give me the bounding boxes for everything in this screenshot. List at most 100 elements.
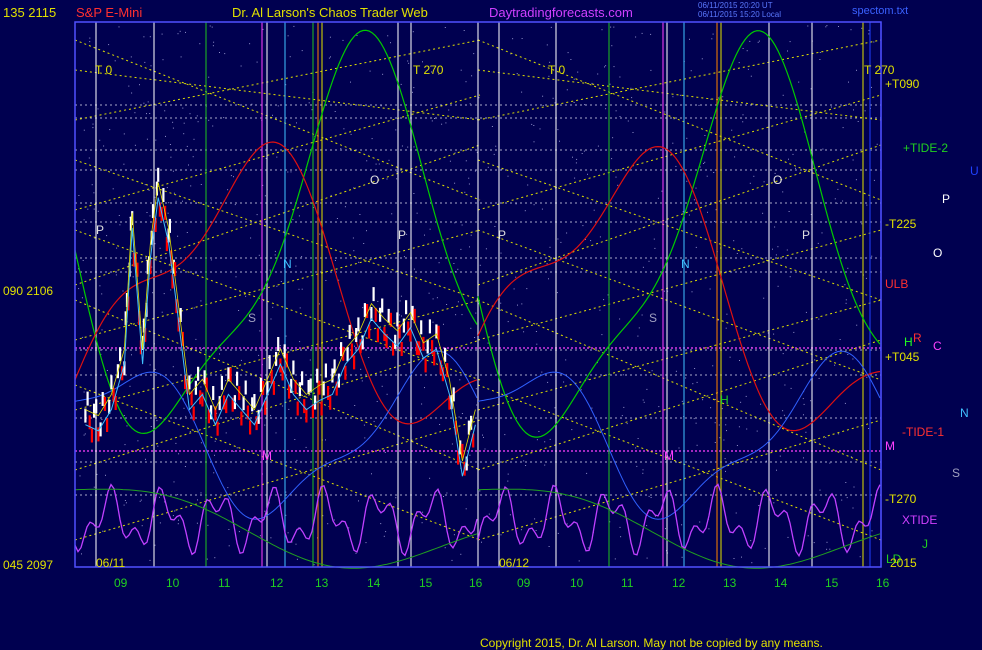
star-dot (839, 339, 841, 340)
ulb-curve (74, 141, 478, 425)
x-tick: 09 (114, 576, 128, 590)
star-dot (725, 327, 727, 329)
star-dot (623, 406, 625, 408)
star-dot (746, 428, 748, 430)
star-dot (807, 25, 809, 27)
star-dot (566, 232, 568, 234)
star-dot (214, 557, 216, 559)
star-dot (213, 41, 215, 43)
cycle-diagonal (477, 299, 882, 411)
star-dot (826, 541, 828, 543)
star-dot (675, 370, 677, 372)
star-dot (434, 118, 435, 119)
star-dot (549, 246, 551, 248)
star-dot (106, 370, 108, 371)
star-dot (250, 237, 252, 239)
label-u: U (970, 164, 979, 178)
star-dot (196, 522, 198, 524)
star-dot (829, 548, 831, 550)
star-dot (141, 525, 143, 527)
star-dot (236, 447, 238, 449)
star-dot (97, 108, 99, 110)
star-dot (288, 408, 290, 410)
star-dot (313, 564, 315, 566)
star-dot (451, 443, 453, 445)
star-dot (352, 237, 354, 239)
star-dot (576, 158, 578, 160)
star-dot (488, 513, 490, 515)
star-dot (586, 472, 588, 474)
star-dot (350, 81, 351, 83)
star-dot (845, 482, 847, 483)
star-dot (162, 59, 164, 61)
star-dot (412, 31, 414, 33)
star-dot (79, 475, 81, 477)
star-dot (319, 233, 321, 235)
star-dot (343, 128, 345, 130)
star-dot (391, 213, 393, 215)
star-dot (200, 386, 202, 388)
star-dot (123, 133, 125, 135)
star-dot (147, 101, 149, 103)
star-dot (772, 248, 773, 250)
star-dot (424, 387, 425, 389)
star-dot (211, 26, 213, 28)
star-dot (830, 106, 832, 108)
star-dot (235, 276, 237, 278)
star-dot (609, 83, 611, 85)
label-t270: -T270 (885, 492, 917, 506)
star-dot (473, 53, 475, 55)
star-dot (557, 238, 559, 240)
star-dot (188, 164, 189, 166)
label-tide2: +TIDE-2 (903, 141, 949, 155)
cycle-diagonal (74, 39, 481, 121)
star-dot (760, 403, 762, 405)
star-dot (535, 530, 537, 531)
star-dot (725, 470, 726, 472)
star-dot (521, 38, 523, 39)
star-dot (738, 426, 740, 428)
star-dot (672, 96, 674, 98)
star-dot (549, 438, 551, 440)
marker-m: M (262, 449, 272, 463)
star-dot (169, 144, 171, 145)
star-dot (789, 41, 791, 43)
star-dot (577, 71, 579, 73)
star-dot (132, 276, 134, 278)
star-dot (546, 44, 548, 46)
star-dot (533, 125, 535, 126)
star-dot (695, 422, 697, 424)
star-dot (219, 353, 220, 355)
star-dot (355, 552, 357, 554)
star-dot (696, 444, 698, 446)
star-dot (632, 132, 634, 133)
star-dot (362, 307, 364, 309)
star-dot (484, 448, 486, 450)
star-dot (717, 97, 719, 99)
star-dot (208, 76, 210, 78)
star-dot (714, 220, 715, 222)
star-dot (82, 260, 84, 261)
star-dot (470, 327, 472, 329)
star-dot (864, 110, 866, 112)
star-dot (813, 542, 815, 544)
star-dot (342, 39, 344, 41)
star-dot (174, 510, 176, 512)
star-dot (693, 418, 695, 420)
label-r: R (913, 331, 922, 345)
star-dot (725, 424, 727, 426)
star-dot (701, 58, 703, 60)
x-tick: 16 (876, 576, 890, 590)
star-dot (495, 145, 497, 147)
star-dot (841, 499, 843, 501)
star-dot (258, 254, 260, 256)
label-ulb: ULB (885, 277, 909, 291)
star-dot (287, 532, 289, 534)
star-dot (301, 288, 303, 290)
star-dot (214, 454, 215, 456)
label-c: C (933, 339, 942, 353)
star-dot (109, 129, 111, 131)
star-dot (245, 295, 247, 297)
star-dot (699, 521, 701, 523)
star-dot (91, 184, 93, 186)
